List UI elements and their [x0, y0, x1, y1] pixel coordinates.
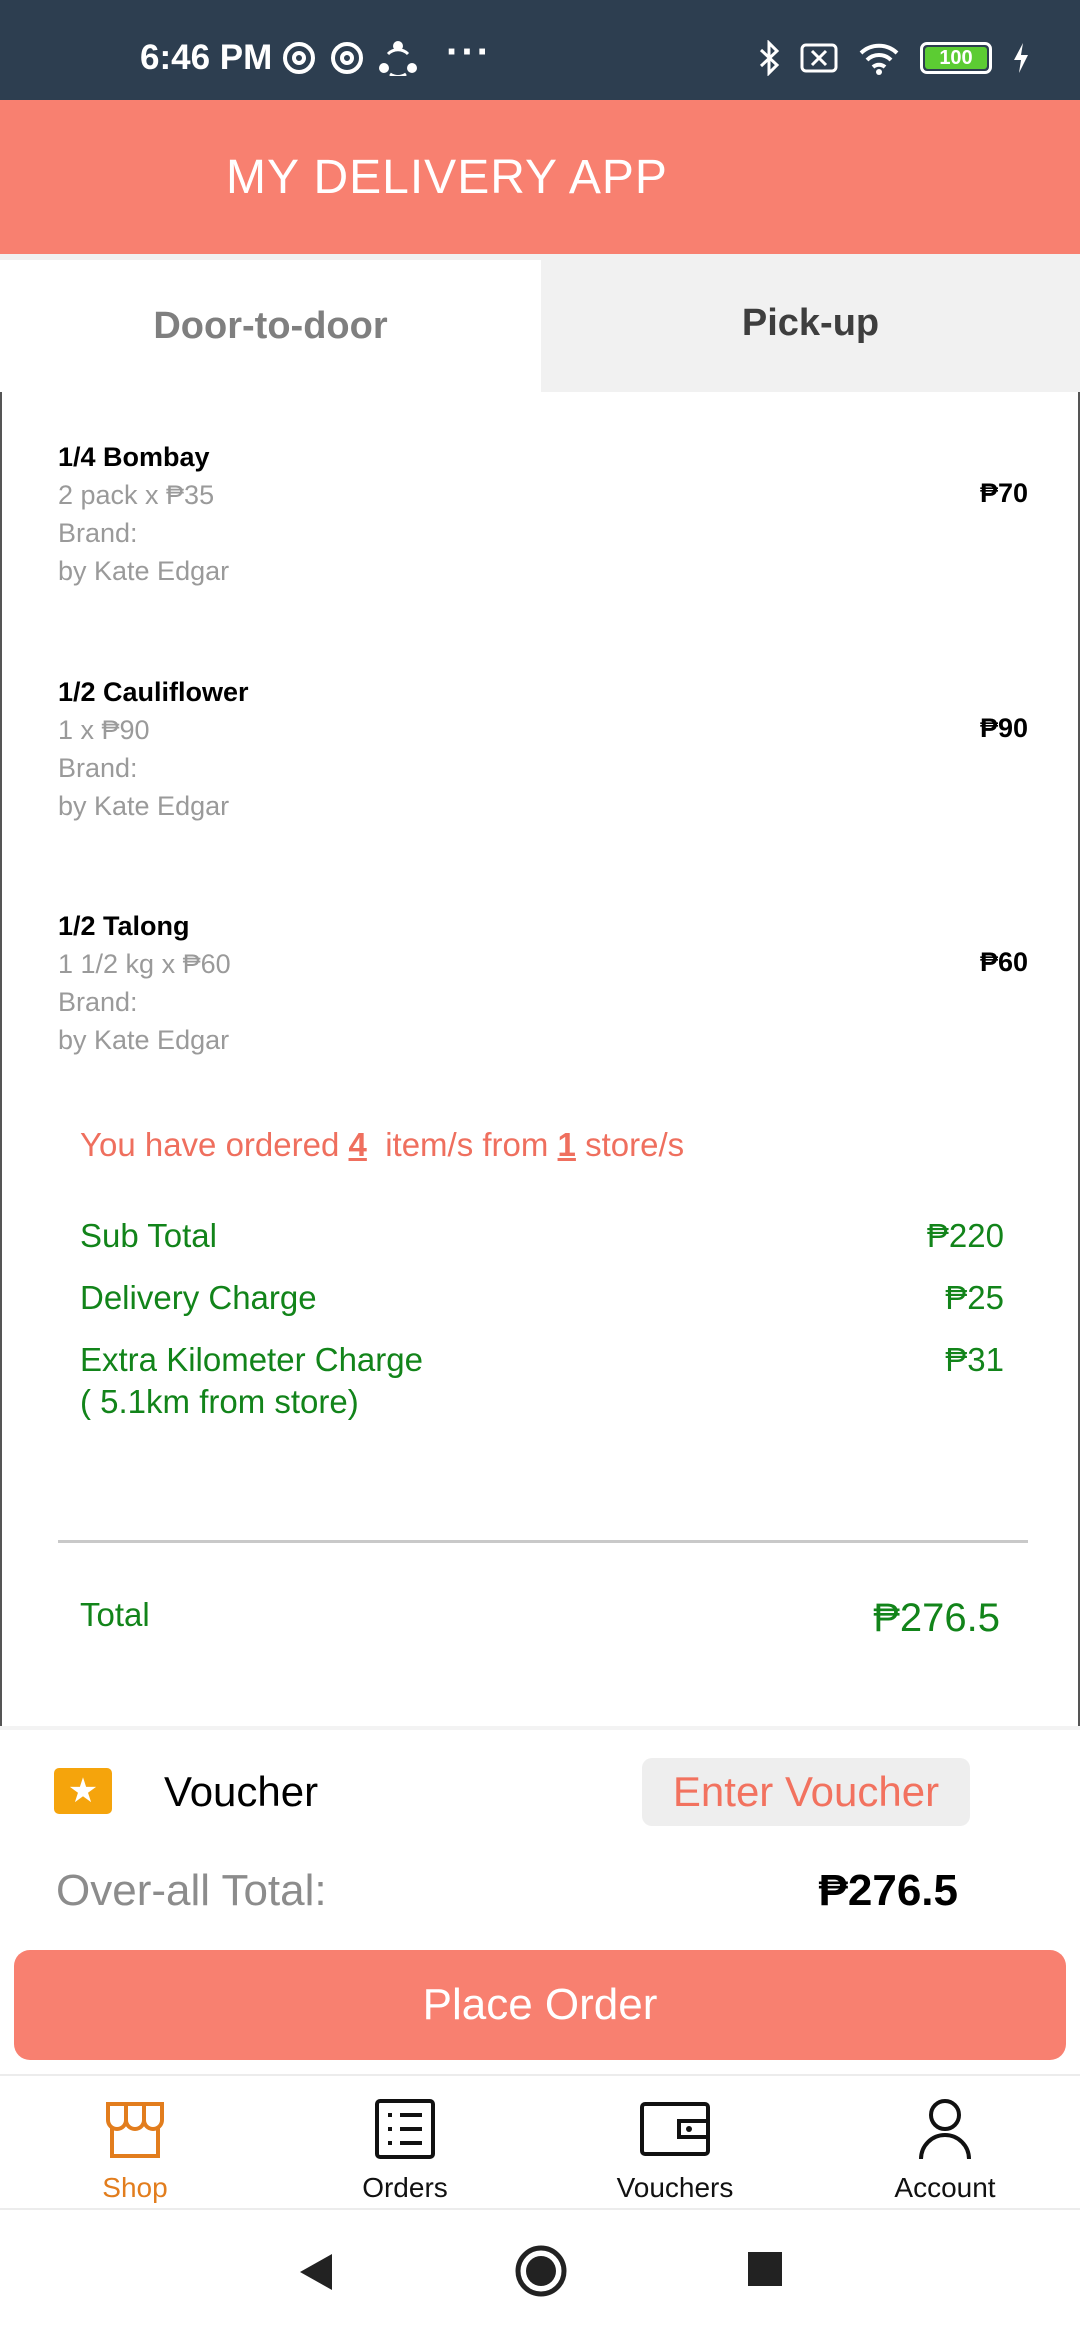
nav-orders-label: Orders	[362, 2172, 448, 2203]
enter-voucher-button[interactable]: Enter Voucher	[642, 1758, 970, 1826]
item-brand: Brand:	[58, 518, 138, 548]
extra-km-label: Extra Kilometer Charge	[80, 1341, 423, 1378]
nav-account[interactable]: Account	[810, 2076, 1080, 2210]
person-icon	[919, 2099, 971, 2160]
item-name: 1/2 Cauliflower	[58, 677, 249, 707]
share-nodes-icon	[379, 41, 417, 76]
cart-content[interactable]: 1/4 Bombay 2 pack x ₱35 Brand: by Kate E…	[0, 392, 1080, 1726]
app-header: MY DELIVERY APP	[0, 100, 1080, 254]
delivery-charge-row: Delivery Charge ₱25	[80, 1277, 1004, 1321]
item-quantity: 2 pack x ₱35	[58, 480, 215, 510]
place-order-button[interactable]: Place Order	[14, 1950, 1066, 2060]
nav-vouchers[interactable]: Vouchers	[540, 2076, 810, 2210]
charging-icon	[1014, 43, 1028, 73]
status-more-dots: ···	[446, 30, 492, 74]
subtotal-label: Sub Total	[80, 1217, 217, 1254]
nav-shop-label: Shop	[102, 2172, 168, 2203]
voucher-label: Voucher	[164, 1768, 319, 1815]
nav-vouchers-label: Vouchers	[616, 2172, 734, 2203]
system-nav-bar	[0, 2210, 1080, 2340]
item-quantity: 1 x ₱90	[58, 715, 150, 745]
extra-km-value: ₱31	[945, 1341, 1004, 1378]
voucher-section: ★ Voucher Enter Voucher Over-all Total: …	[0, 1726, 1080, 1946]
item-seller: by Kate Edgar	[58, 1025, 230, 1055]
overall-total-label: Over-all Total:	[56, 1866, 327, 1915]
item-price: ₱90	[979, 713, 1028, 743]
voucher-star-icon: ★	[54, 1768, 112, 1814]
battery-level: 100	[925, 47, 987, 69]
store-count: 1	[557, 1126, 576, 1163]
item-price: ₱60	[979, 947, 1028, 977]
nav-account-label: Account	[894, 2172, 996, 2203]
status-icons-left	[282, 40, 418, 76]
divider	[58, 1540, 1028, 1543]
no-sim-icon	[800, 43, 838, 73]
item-seller: by Kate Edgar	[58, 556, 230, 586]
subtotal-row: Sub Total ₱220	[80, 1215, 1004, 1259]
status-bar: 6:46 PM ··· 100	[0, 0, 1080, 100]
battery-icon: 100	[920, 42, 992, 74]
item-count: 4	[348, 1126, 367, 1163]
extra-km-distance: ( 5.1km from store)	[80, 1383, 359, 1420]
home-icon[interactable]	[514, 2244, 568, 2298]
total-value: ₱276.5	[873, 1596, 1000, 1640]
extra-km-row: Extra Kilometer Charge ( 5.1km from stor…	[80, 1339, 1004, 1429]
item-name: 1/4 Bombay	[58, 442, 210, 472]
delivery-charge-value: ₱25	[945, 1279, 1004, 1316]
delivery-charge-label: Delivery Charge	[80, 1279, 317, 1316]
wallet-icon	[640, 2102, 710, 2156]
nav-orders[interactable]: Orders	[270, 2076, 540, 2210]
item-brand: Brand:	[58, 987, 138, 1017]
item-quantity: 1 1/2 kg x ₱60	[58, 949, 231, 979]
item-name: 1/2 Talong	[58, 911, 190, 941]
bluetooth-icon	[759, 40, 780, 76]
total-label: Total	[80, 1596, 150, 1633]
order-summary-note: You have ordered 4 item/s from 1 store/s	[80, 1126, 685, 1163]
bottom-nav: Shop Orders Vouchers Account	[0, 2074, 1080, 2210]
delivery-mode-tabs: Door-to-door Pick-up	[0, 254, 1080, 392]
recents-icon[interactable]	[746, 2250, 784, 2288]
back-icon[interactable]	[296, 2250, 336, 2294]
nav-shop[interactable]: Shop	[0, 2076, 270, 2210]
item-price: ₱70	[979, 478, 1028, 508]
overall-total-value: ₱276.5	[818, 1866, 958, 1915]
tab-door-to-door[interactable]: Door-to-door	[0, 260, 541, 392]
at-icon	[283, 42, 315, 74]
status-time: 6:46 PM	[140, 38, 273, 77]
wifi-icon	[859, 43, 899, 75]
status-icons-right: 100	[758, 40, 1030, 76]
subtotal-value: ₱220	[926, 1217, 1004, 1254]
tab-pick-up[interactable]: Pick-up	[541, 254, 1080, 392]
shop-icon	[106, 2102, 164, 2158]
cart-item: 1/2 Cauliflower 1 x ₱90 Brand: by Kate E…	[58, 673, 1028, 833]
app-title: MY DELIVERY APP	[226, 151, 668, 204]
item-seller: by Kate Edgar	[58, 791, 230, 821]
cart-item: 1/4 Bombay 2 pack x ₱35 Brand: by Kate E…	[58, 438, 1028, 598]
at-icon	[331, 42, 363, 74]
cart-item: 1/2 Talong 1 1/2 kg x ₱60 Brand: by Kate…	[58, 907, 1028, 1067]
list-icon	[375, 2099, 435, 2159]
item-brand: Brand:	[58, 753, 138, 783]
